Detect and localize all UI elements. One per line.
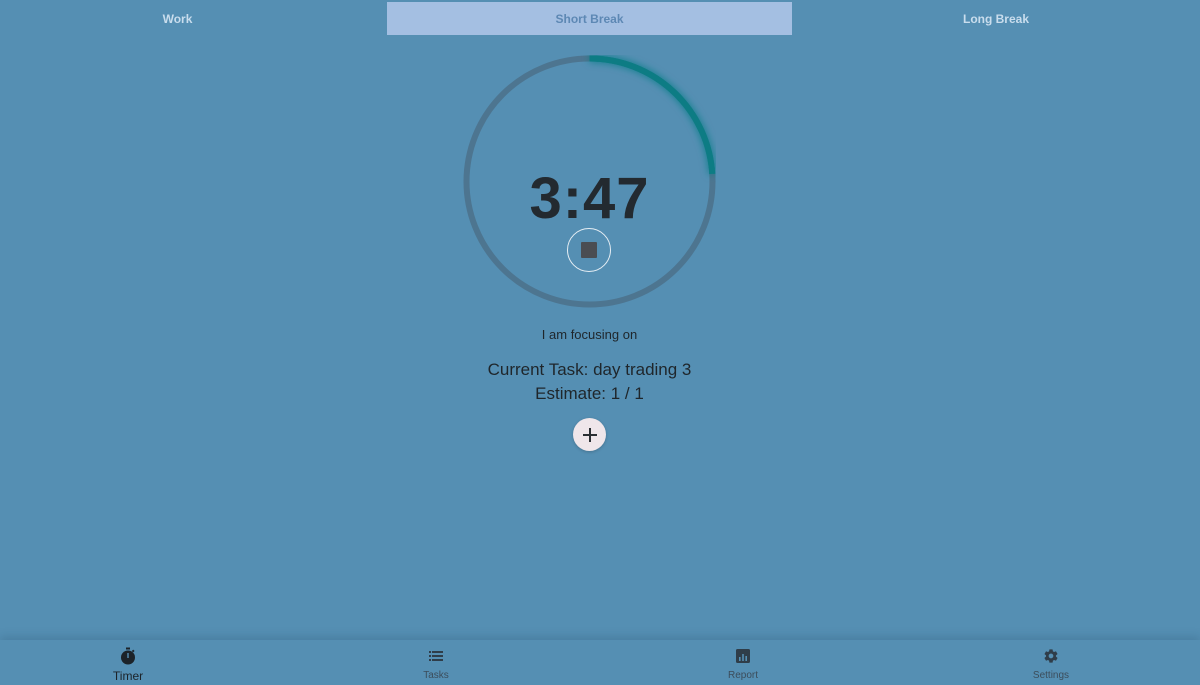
bottom-navigation: Timer Tasks Report Settings xyxy=(0,640,1200,685)
add-task-button[interactable] xyxy=(573,418,606,451)
nav-report-label: Report xyxy=(727,670,758,681)
mode-tabs: Work Short Break Long Break xyxy=(0,2,1200,35)
plus-icon xyxy=(582,427,597,442)
timer-display: 3:47 xyxy=(529,166,650,231)
stop-button[interactable] xyxy=(567,228,611,272)
list-icon xyxy=(429,651,443,661)
tab-long-break[interactable]: Long Break xyxy=(792,2,1200,35)
current-task: Current Task: day trading 3 xyxy=(487,360,692,379)
nav-settings[interactable]: Settings xyxy=(991,640,1111,685)
tab-work[interactable]: Work xyxy=(0,2,371,35)
nav-tasks-label: Tasks xyxy=(423,670,449,681)
nav-timer-label: Timer xyxy=(112,669,144,683)
nav-timer[interactable]: Timer xyxy=(68,640,188,685)
bar-chart-icon xyxy=(736,649,750,663)
stopwatch-icon xyxy=(121,647,135,665)
tab-short-break[interactable]: Short Break xyxy=(387,2,792,35)
focus-label: I am focusing on xyxy=(541,327,638,342)
stop-icon xyxy=(581,242,597,258)
nav-tasks[interactable]: Tasks xyxy=(376,640,496,685)
gear-icon xyxy=(1044,649,1058,663)
task-estimate: Estimate: 1 / 1 xyxy=(535,384,644,403)
nav-settings-label: Settings xyxy=(1032,670,1070,681)
nav-report[interactable]: Report xyxy=(683,640,803,685)
timer-ring: 3:47 xyxy=(463,55,716,308)
